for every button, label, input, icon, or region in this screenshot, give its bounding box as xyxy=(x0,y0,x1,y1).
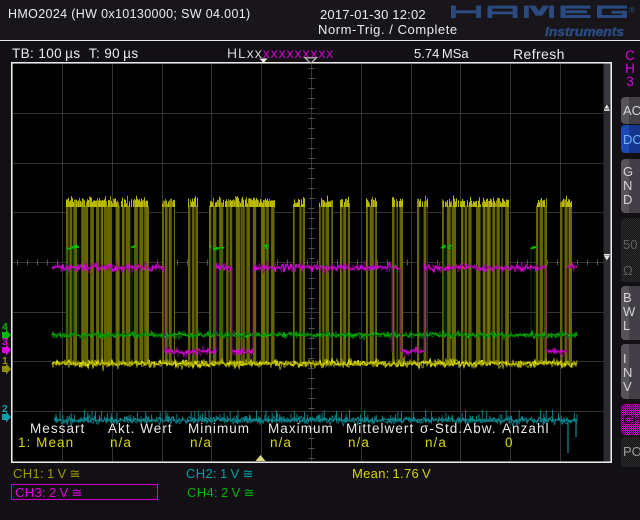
svg-text:Instruments: Instruments xyxy=(545,24,624,39)
svg-text:3: 3 xyxy=(2,336,8,348)
svg-text:1: 1 xyxy=(2,355,8,367)
svg-text:4: 4 xyxy=(2,321,8,333)
svg-text:2: 2 xyxy=(2,403,8,415)
svg-text:®: ® xyxy=(629,5,636,15)
